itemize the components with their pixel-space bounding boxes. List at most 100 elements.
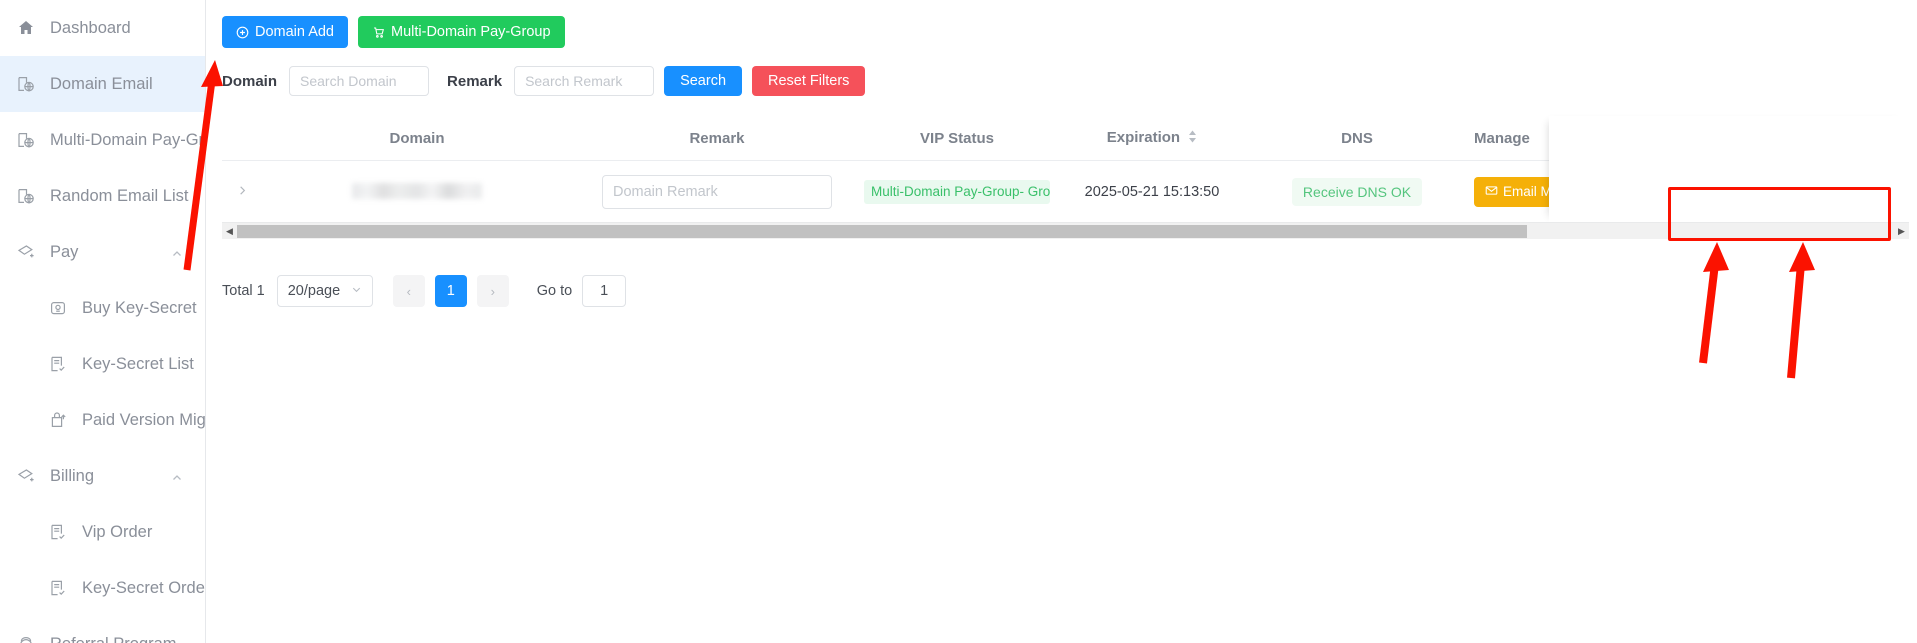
- goto-label: Go to: [536, 283, 573, 299]
- pay-icon: [16, 242, 36, 262]
- sidebar-item-billing[interactable]: Billing: [0, 448, 205, 504]
- page-number-1[interactable]: 1: [434, 275, 467, 307]
- column-header-domain: Domain: [389, 129, 445, 147]
- chevron-down-icon: [351, 283, 362, 299]
- horizontal-scrollbar[interactable]: ◀ ▶: [222, 222, 1909, 239]
- cell-domain: [262, 183, 572, 201]
- sidebar: Dashboard Domain Email Multi-Domain Pay-Gr…: [0, 0, 206, 643]
- filter-bar: Domain Remark Search Reset Filters: [206, 48, 1917, 96]
- sidebar-item-label: Buy Key-Secret: [82, 298, 197, 317]
- dns-status-badge: Receive DNS OK: [1291, 177, 1423, 206]
- chevron-up-icon[interactable]: [171, 638, 183, 643]
- scrollbar-track[interactable]: [1527, 224, 1894, 238]
- search-domain-input[interactable]: [289, 66, 430, 96]
- remark-filter-label: Remark: [447, 72, 503, 90]
- sidebar-item-vip-order[interactable]: Vip Order: [0, 504, 205, 560]
- action-toolbar: Domain Add Multi-Domain Pay-Group: [206, 0, 1917, 48]
- prev-page-button[interactable]: ‹: [392, 275, 425, 307]
- table-header-row: Domain Remark VIP Status Expiration DNS …: [222, 116, 1909, 160]
- column-header-manage: Manage: [1474, 129, 1530, 147]
- cell-dns: Receive DNS OK: [1252, 177, 1462, 206]
- chevron-right-icon[interactable]: [237, 183, 248, 199]
- sidebar-item-paid-version-migration[interactable]: Paid Version Migration: [0, 392, 205, 448]
- lock-icon: [1620, 184, 1632, 200]
- sidebar-item-multi-domain-pay-group[interactable]: Multi-Domain Pay-Group: [0, 112, 205, 168]
- email-manage-button[interactable]: Email Manage: [1474, 176, 1601, 207]
- sidebar-item-key-secret-order[interactable]: Key-Secret Order: [0, 560, 205, 616]
- search-button-label: Search: [680, 73, 727, 89]
- email-manage-label: Email Manage: [1503, 184, 1590, 199]
- cell-vip-status: Multi-Domain Pay-Group- Growth: [862, 179, 1052, 204]
- sidebar-item-label: Dashboard: [50, 18, 131, 37]
- sidebar-item-label: Key-Secret List: [82, 354, 194, 373]
- sidebar-item-label: Multi-Domain Pay-Group: [50, 130, 205, 149]
- sidebar-item-pay[interactable]: Pay: [0, 224, 205, 280]
- domain-add-button[interactable]: Domain Add: [222, 16, 348, 48]
- domain-icon: [16, 74, 36, 94]
- upgrade-label: Upgrade: [1737, 184, 1790, 199]
- gift-icon: [16, 634, 36, 643]
- scrollbar-thumb[interactable]: [237, 224, 1527, 238]
- mail-icon: [1485, 184, 1498, 200]
- expand-row-button[interactable]: [222, 183, 262, 201]
- sidebar-item-buy-key-secret[interactable]: Buy Key-Secret: [0, 280, 205, 336]
- scroll-right-icon[interactable]: ▶: [1894, 224, 1909, 239]
- manage-actions: Email Manage Renewal Upgrade: [1474, 176, 1909, 207]
- chevron-up-icon[interactable]: [171, 470, 183, 482]
- domain-icon: [16, 130, 36, 150]
- sidebar-item-label: Vip Order: [82, 522, 153, 541]
- column-header-dns: DNS: [1341, 129, 1373, 147]
- sort-icon[interactable]: [1188, 130, 1197, 147]
- multi-domain-label: Multi-Domain Pay-Group: [391, 24, 551, 40]
- cell-expiration: 2025-05-21 15:13:50: [1052, 183, 1252, 201]
- plus-circle-icon: [236, 26, 249, 39]
- chevron-up-icon[interactable]: [171, 246, 183, 258]
- sidebar-item-dashboard[interactable]: Dashboard: [0, 0, 205, 56]
- renewal-label: Renewal: [1637, 184, 1690, 199]
- expiration-value: 2025-05-21 15:13:50: [1084, 183, 1220, 200]
- domain-icon: [16, 186, 36, 206]
- upgrade-button[interactable]: Upgrade: [1709, 176, 1801, 207]
- goto-page-input[interactable]: [582, 275, 627, 307]
- reset-filters-button[interactable]: Reset Filters: [752, 66, 866, 96]
- domain-remark-input[interactable]: [602, 174, 832, 209]
- pay-icon: [16, 466, 36, 486]
- sidebar-item-label: Domain Email: [50, 74, 153, 93]
- sidebar-item-referral-program[interactable]: Referral Program: [0, 616, 205, 643]
- lock-icon: [1721, 184, 1733, 200]
- sidebar-item-domain-email[interactable]: Domain Email: [0, 56, 205, 112]
- pagination: Total 1 20/page ‹ 1 › Go to: [206, 239, 1917, 307]
- sidebar-item-key-secret-list[interactable]: Key-Secret List: [0, 336, 205, 392]
- cell-manage: Email Manage Renewal Upgrade: [1462, 176, 1909, 207]
- sidebar-item-label: Billing: [50, 466, 95, 485]
- page-size-label: 20/page: [287, 283, 341, 299]
- home-icon: [16, 18, 36, 38]
- domain-filter-label: Domain: [222, 72, 278, 90]
- multi-domain-pay-group-button[interactable]: Multi-Domain Pay-Group: [358, 16, 565, 48]
- reset-filters-label: Reset Filters: [768, 73, 850, 89]
- scroll-left-icon[interactable]: ◀: [222, 224, 237, 239]
- column-header-remark: Remark: [689, 129, 745, 147]
- domain-add-label: Domain Add: [255, 24, 334, 40]
- sidebar-item-label: Pay: [50, 242, 79, 261]
- list-icon: [48, 522, 68, 542]
- renewal-button[interactable]: Renewal: [1609, 176, 1701, 207]
- sidebar-item-random-email-list[interactable]: Random Email List: [0, 168, 205, 224]
- column-header-expiration-label: Expiration: [1106, 129, 1181, 147]
- search-button[interactable]: Search: [664, 66, 743, 96]
- upload-icon: [48, 410, 68, 430]
- search-remark-input[interactable]: [514, 66, 655, 96]
- sidebar-item-label: Random Email List: [50, 186, 189, 205]
- main-content: Domain Add Multi-Domain Pay-Group Domain…: [206, 0, 1917, 643]
- column-header-expiration[interactable]: Expiration: [1052, 129, 1252, 147]
- next-page-button[interactable]: ›: [476, 275, 509, 307]
- chevron-left-icon: ‹: [406, 283, 411, 299]
- sidebar-item-label: Key-Secret Order: [82, 578, 206, 597]
- total-count-label: Total 1: [222, 283, 265, 299]
- sidebar-item-label: Referral Program: [50, 635, 177, 643]
- page-size-select[interactable]: 20/page: [276, 275, 373, 307]
- list-icon: [48, 578, 68, 598]
- domain-table: Domain Remark VIP Status Expiration DNS …: [222, 116, 1909, 222]
- chevron-right-icon: ›: [490, 283, 495, 299]
- domain-value-redacted: [352, 183, 482, 200]
